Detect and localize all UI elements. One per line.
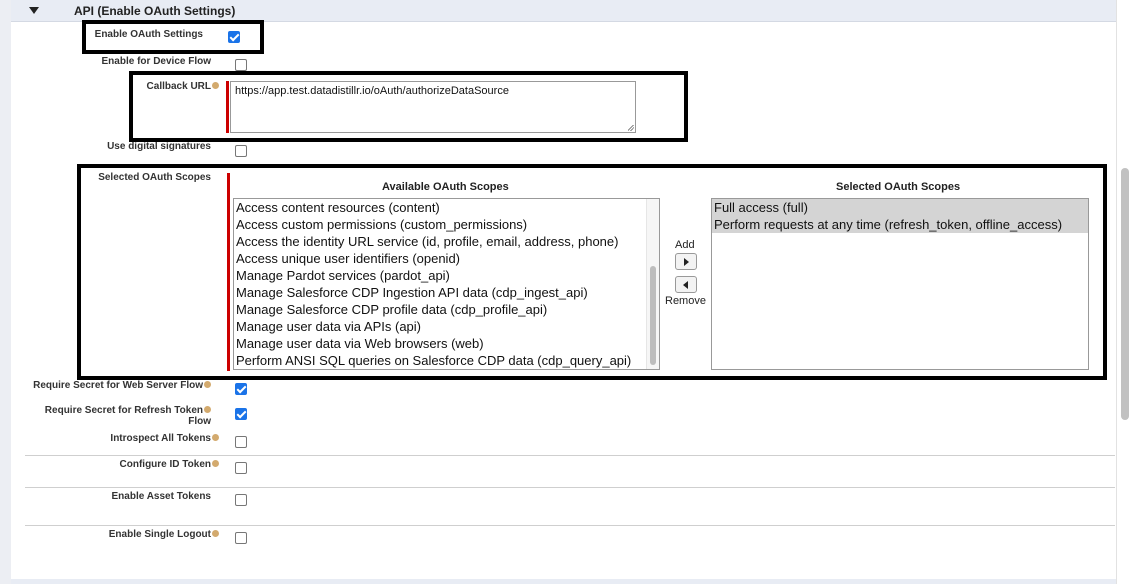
collapse-triangle-icon[interactable] — [29, 7, 39, 14]
asset-tokens-checkbox[interactable] — [235, 494, 247, 506]
help-icon[interactable] — [204, 381, 211, 388]
divider — [25, 525, 1115, 526]
section-footer — [11, 579, 1116, 584]
asset-tokens-label: Enable Asset Tokens — [111, 491, 211, 502]
highlight-box — [77, 164, 1107, 380]
section-header[interactable]: API (Enable OAuth Settings) — [11, 0, 1116, 22]
device-flow-label: Enable for Device Flow — [101, 56, 211, 67]
secret-web-server-label: Require Secret for Web Server Flow — [20, 380, 211, 391]
digital-signatures-checkbox[interactable] — [235, 145, 247, 157]
secret-refresh-checkbox[interactable] — [235, 408, 247, 420]
secret-refresh-label: Require Secret for Refresh Token Flow — [44, 405, 211, 427]
page-scrollbar[interactable] — [1116, 0, 1148, 584]
id-token-label: Configure ID Token — [40, 459, 219, 470]
secret-web-server-checkbox[interactable] — [235, 383, 247, 395]
help-icon[interactable] — [204, 406, 211, 413]
single-logout-label: Enable Single Logout — [40, 529, 219, 540]
divider — [25, 487, 1115, 488]
highlight-box — [129, 71, 688, 142]
single-logout-checkbox[interactable] — [235, 532, 247, 544]
help-icon[interactable] — [212, 460, 219, 467]
section-title: API (Enable OAuth Settings) — [74, 4, 236, 18]
help-icon[interactable] — [212, 530, 219, 537]
device-flow-checkbox[interactable] — [235, 59, 247, 71]
highlight-box — [82, 20, 264, 54]
introspect-checkbox[interactable] — [235, 436, 247, 448]
introspect-label: Introspect All Tokens — [40, 433, 219, 444]
divider — [25, 455, 1115, 456]
digital-signatures-label: Use digital signatures — [107, 141, 211, 152]
page-scrollbar-thumb[interactable] — [1121, 168, 1129, 420]
help-icon[interactable] — [212, 434, 219, 441]
id-token-checkbox[interactable] — [235, 462, 247, 474]
